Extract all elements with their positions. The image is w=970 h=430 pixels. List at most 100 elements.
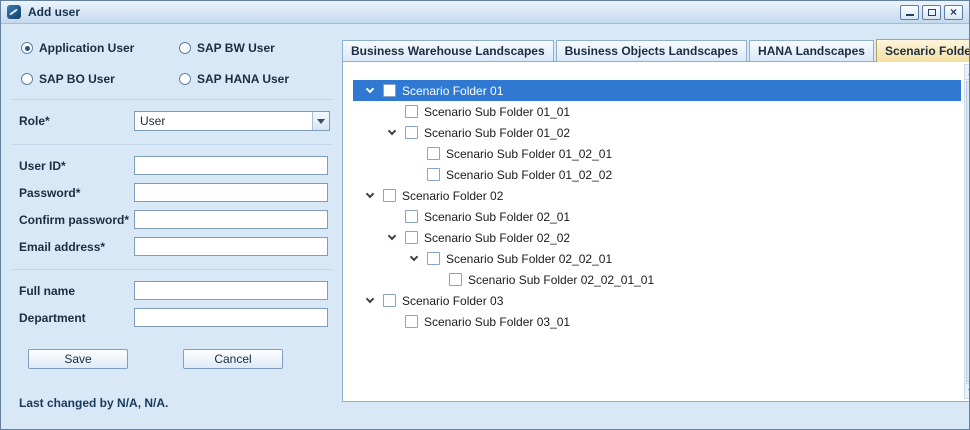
- form-buttons: Save Cancel: [19, 349, 333, 369]
- radio-sap-bo-user[interactable]: SAP BO User: [21, 72, 179, 86]
- tree-item-label: Scenario Folder 01: [402, 84, 503, 98]
- tree-item-label: Scenario Sub Folder 02_02_01: [446, 252, 612, 266]
- tree-item[interactable]: Scenario Sub Folder 02_02_01: [353, 248, 961, 269]
- separator: [11, 99, 333, 100]
- tree-item[interactable]: Scenario Sub Folder 01_02_01: [353, 143, 961, 164]
- department-label: Department: [19, 311, 134, 325]
- separator: [11, 269, 333, 270]
- role-select[interactable]: User: [134, 111, 330, 131]
- cancel-button[interactable]: Cancel: [183, 349, 283, 369]
- radio-icon: [179, 73, 191, 85]
- radio-icon: [179, 42, 191, 54]
- full-name-label: Full name: [19, 284, 134, 298]
- chevron-down-icon: [317, 119, 325, 124]
- checkbox[interactable]: [405, 210, 418, 223]
- landscapes-section: Business Warehouse Landscapes Business O…: [339, 24, 970, 430]
- radio-label: SAP BW User: [197, 41, 275, 55]
- last-changed-note: Last changed by N/A, N/A.: [19, 396, 333, 410]
- chevron-down-icon[interactable]: [366, 190, 374, 198]
- tree-item[interactable]: Scenario Sub Folder 03_01: [353, 311, 961, 332]
- role-selected-value: User: [135, 114, 165, 128]
- tab-business-warehouse-landscapes[interactable]: Business Warehouse Landscapes: [342, 40, 554, 61]
- add-user-dialog: Add user × Application User SAP BW User: [0, 0, 970, 430]
- user-id-row: User ID*: [19, 156, 333, 175]
- minimize-button[interactable]: [900, 5, 919, 20]
- radio-sap-bw-user[interactable]: SAP BW User: [179, 41, 333, 55]
- checkbox[interactable]: [449, 273, 462, 286]
- email-label: Email address*: [19, 240, 134, 254]
- close-button[interactable]: ×: [944, 5, 963, 20]
- email-field[interactable]: [134, 237, 328, 256]
- tree-item-label: Scenario Folder 03: [402, 294, 503, 308]
- password-field[interactable]: [134, 183, 328, 202]
- scrollbar-thumb[interactable]: [966, 81, 970, 382]
- tree-item[interactable]: Scenario Sub Folder 02_02_01_01: [353, 269, 961, 290]
- confirm-password-row: Confirm password*: [19, 210, 333, 229]
- radio-application-user[interactable]: Application User: [21, 41, 179, 55]
- role-label: Role*: [19, 114, 134, 128]
- chevron-down-icon[interactable]: [410, 253, 418, 261]
- app-icon: [7, 5, 21, 19]
- role-row: Role* User: [19, 111, 333, 131]
- user-type-radio-group: Application User SAP BW User SAP BO User…: [19, 41, 333, 86]
- tree-item[interactable]: Scenario Sub Folder 01_02_02: [353, 164, 961, 185]
- user-id-field[interactable]: [134, 156, 328, 175]
- tree-item[interactable]: Scenario Folder 01: [353, 80, 961, 101]
- tree-item-label: Scenario Sub Folder 01_02_02: [446, 168, 612, 182]
- radio-label: Application User: [39, 41, 134, 55]
- chevron-down-icon[interactable]: [366, 295, 374, 303]
- checkbox[interactable]: [383, 294, 396, 307]
- scenario-folders-panel: Scenario Folder 01 Scenario Sub Folder 0…: [342, 61, 970, 402]
- radio-sap-hana-user[interactable]: SAP HANA User: [179, 72, 333, 86]
- maximize-button[interactable]: [922, 5, 941, 20]
- password-row: Password*: [19, 183, 333, 202]
- tree-item-label: Scenario Sub Folder 02_01: [424, 210, 570, 224]
- checkbox[interactable]: [383, 84, 396, 97]
- tree-item-label: Scenario Sub Folder 03_01: [424, 315, 570, 329]
- scroll-down-button[interactable]: [965, 383, 970, 398]
- checkbox[interactable]: [405, 231, 418, 244]
- user-form: Application User SAP BW User SAP BO User…: [1, 24, 339, 430]
- tree-item[interactable]: Scenario Folder 02: [353, 185, 961, 206]
- maximize-icon: [928, 9, 936, 16]
- checkbox[interactable]: [427, 252, 440, 265]
- tab-business-objects-landscapes[interactable]: Business Objects Landscapes: [556, 40, 747, 61]
- tree-item[interactable]: Scenario Sub Folder 01_02: [353, 122, 961, 143]
- radio-label: SAP HANA User: [197, 72, 289, 86]
- tab-hana-landscapes[interactable]: HANA Landscapes: [749, 40, 874, 61]
- tree-item[interactable]: Scenario Sub Folder 02_02: [353, 227, 961, 248]
- tab-scenario-folders[interactable]: Scenario Folders: [876, 39, 970, 62]
- vertical-scrollbar[interactable]: [964, 64, 970, 399]
- dialog-body: Application User SAP BW User SAP BO User…: [1, 24, 969, 430]
- confirm-password-field[interactable]: [134, 210, 328, 229]
- tree-item-label: Scenario Sub Folder 02_02_01_01: [468, 273, 654, 287]
- checkbox[interactable]: [405, 126, 418, 139]
- radio-icon: [21, 73, 33, 85]
- tree-item[interactable]: Scenario Sub Folder 02_01: [353, 206, 961, 227]
- chevron-down-icon[interactable]: [388, 127, 396, 135]
- user-id-label: User ID*: [19, 159, 134, 173]
- tree-item[interactable]: Scenario Folder 03: [353, 290, 961, 311]
- window-title: Add user: [28, 5, 80, 19]
- tree-item-label: Scenario Sub Folder 01_02: [424, 126, 570, 140]
- full-name-row: Full name: [19, 281, 333, 300]
- save-button[interactable]: Save: [28, 349, 128, 369]
- radio-icon: [21, 42, 33, 54]
- close-icon: ×: [950, 6, 957, 18]
- chevron-down-icon[interactable]: [388, 232, 396, 240]
- checkbox[interactable]: [427, 147, 440, 160]
- department-field[interactable]: [134, 308, 328, 327]
- separator: [11, 144, 333, 145]
- tree-item-label: Scenario Folder 02: [402, 189, 503, 203]
- checkbox[interactable]: [383, 189, 396, 202]
- checkbox[interactable]: [427, 168, 440, 181]
- tree-item[interactable]: Scenario Sub Folder 01_01: [353, 101, 961, 122]
- full-name-field[interactable]: [134, 281, 328, 300]
- role-dropdown-button[interactable]: [312, 112, 329, 130]
- minimize-icon: [906, 14, 914, 16]
- checkbox[interactable]: [405, 105, 418, 118]
- scroll-up-button[interactable]: [965, 65, 970, 80]
- email-row: Email address*: [19, 237, 333, 256]
- checkbox[interactable]: [405, 315, 418, 328]
- chevron-down-icon[interactable]: [366, 85, 374, 93]
